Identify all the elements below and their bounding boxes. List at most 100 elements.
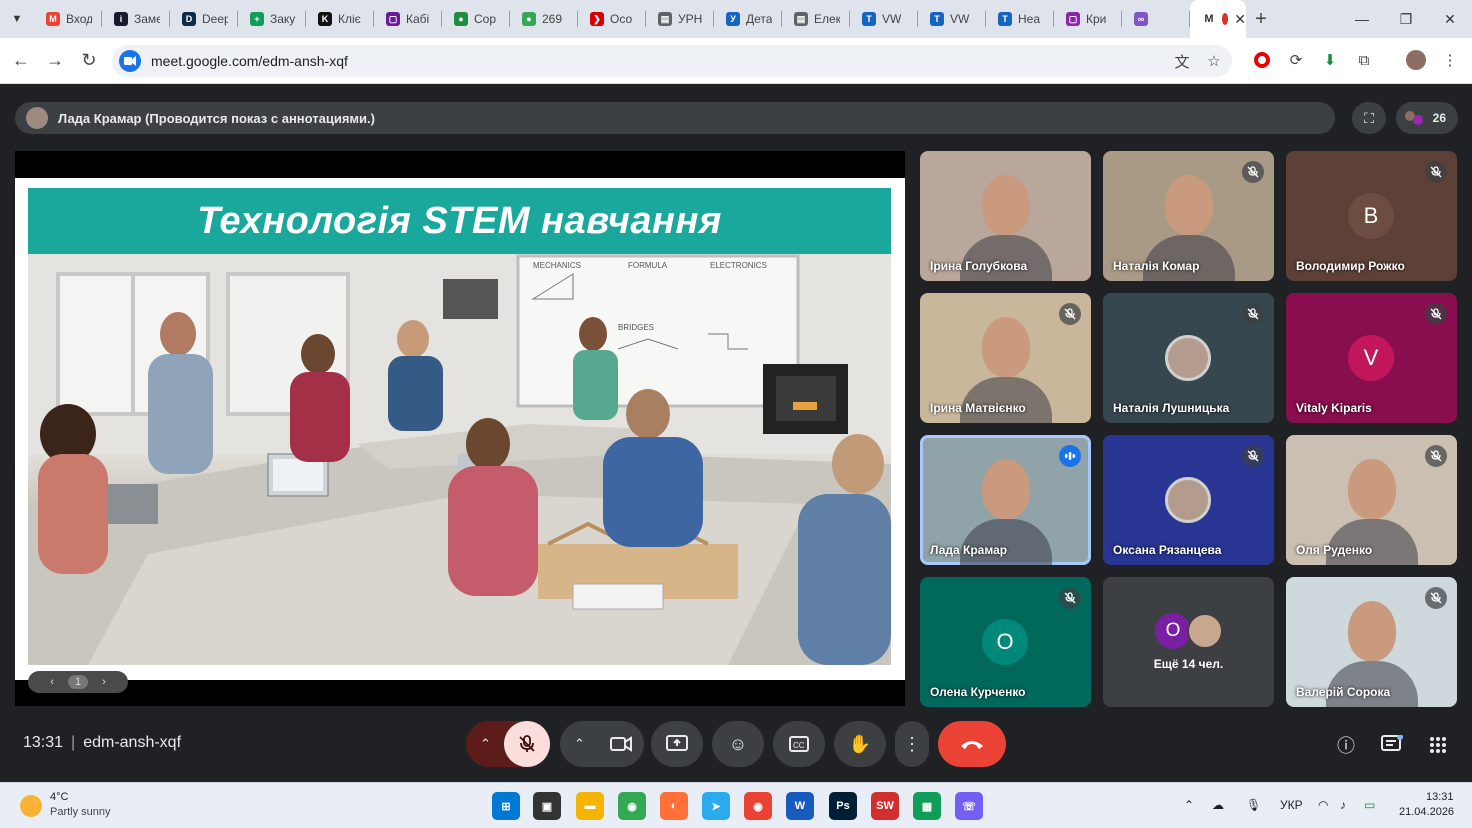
volume-icon[interactable]: ♪ [1340, 798, 1346, 812]
bookmark-star-icon[interactable]: ☆ [1202, 49, 1226, 73]
participant-tile[interactable]: Ірина Матвієнко [920, 293, 1091, 423]
translate-icon[interactable]: 文 [1170, 49, 1194, 73]
participant-name: Лада Крамар [930, 543, 1008, 557]
browser-tab[interactable]: T VW [850, 0, 918, 38]
tab-title: 269 [542, 12, 563, 26]
chrome-profile-icon[interactable]: ◉ [744, 792, 772, 820]
activities-button[interactable] [1425, 732, 1451, 758]
participant-tile[interactable]: V Vitaly Kiparis [1286, 293, 1457, 423]
browser-tab[interactable]: K Кліє [306, 0, 374, 38]
mic-off-button[interactable] [504, 721, 550, 767]
back-arrow-icon[interactable]: ← [4, 50, 38, 71]
restore-icon[interactable]: ❐ [1384, 0, 1428, 38]
chrome-icon[interactable]: ◉ [618, 792, 646, 820]
profile-avatar[interactable] [1404, 48, 1428, 72]
participant-tile[interactable]: B Володимир Рожко [1286, 151, 1457, 281]
leave-call-button[interactable] [938, 721, 1006, 767]
participant-tile[interactable]: Ірина Голубкова [920, 151, 1091, 281]
video-options-chevron-icon[interactable]: ⌃ [574, 736, 585, 752]
browser-tab[interactable]: T Неа [986, 0, 1054, 38]
sheets-app-icon[interactable]: ▦ [913, 792, 941, 820]
browser-tab[interactable]: ∞ [1122, 0, 1190, 38]
browser-tab[interactable]: ▤ УРН [646, 0, 714, 38]
present-screen-button[interactable] [651, 721, 703, 767]
browser-tab[interactable]: M Вход [34, 0, 102, 38]
weather-description[interactable]: Partly sunny [50, 806, 111, 818]
weather-temperature[interactable]: 4°C [50, 791, 68, 803]
browser-tab[interactable]: У Дета [714, 0, 782, 38]
participant-tile[interactable]: Оксана Рязанцева [1103, 435, 1274, 565]
minimize-icon[interactable]: — [1340, 0, 1384, 38]
system-clock-date[interactable]: 21.04.2026 [1399, 806, 1454, 818]
raise-hand-button[interactable]: ✋ [834, 721, 886, 767]
browser-tab[interactable]: + Закупки [238, 0, 306, 38]
captions-button[interactable]: CC [773, 721, 825, 767]
browser-tab[interactable]: ▢ Кри [1054, 0, 1122, 38]
new-tab-button[interactable]: + [1246, 8, 1276, 31]
reload-icon[interactable]: ↻ [72, 50, 106, 71]
participant-tile[interactable]: Оля Руденко [1286, 435, 1457, 565]
address-bar[interactable]: meet.google.com/edm-ansh-xqf 文 ☆ [112, 45, 1232, 77]
show-hidden-icons-chevron-icon[interactable]: ⌃ [1184, 798, 1194, 812]
participant-tile[interactable]: Лада Крамар [920, 435, 1091, 565]
participant-tile[interactable]: Наталія Комар [1103, 151, 1274, 281]
browser-tab[interactable]: ▢ Кабі [374, 0, 442, 38]
sync-extension-icon[interactable]: ⟳ [1284, 48, 1308, 72]
onedrive-cloud-icon[interactable]: ☁ [1212, 798, 1224, 812]
extensions-puzzle-icon[interactable]: ⧉ [1352, 48, 1376, 72]
close-window-icon[interactable]: ✕ [1428, 0, 1472, 38]
sw-icon[interactable]: SW [871, 792, 899, 820]
download-extension-icon[interactable]: ⬇ [1318, 48, 1342, 72]
file-explorer-icon[interactable]: ▬ [576, 792, 604, 820]
start-button[interactable]: ⊞ [492, 792, 520, 820]
browser-menu-icon[interactable]: ⋮ [1438, 48, 1462, 72]
browser-tab[interactable]: ● Сор [442, 0, 510, 38]
photoshop-icon[interactable]: Ps [829, 792, 857, 820]
participant-tile[interactable]: O Олена Курченко [920, 577, 1091, 707]
firefox-icon[interactable]: ◐ [660, 792, 688, 820]
system-clock-time[interactable]: 13:31 [1426, 791, 1454, 803]
opera-extension-icon[interactable] [1250, 48, 1274, 72]
browser-tab[interactable]: D DeepL [170, 0, 238, 38]
participant-video-face [1165, 175, 1213, 235]
slide-title-band: Технологія STEM навчання [28, 188, 891, 254]
microphone-tray-icon[interactable]: 🎙 [1246, 798, 1261, 812]
emoji-reactions-button[interactable]: ☺ [712, 721, 764, 767]
participant-tile[interactable]: Валерій Сорока [1286, 577, 1457, 707]
task-view-icon[interactable]: ▣ [533, 792, 561, 820]
hand-icon: ✋ [848, 733, 872, 754]
meeting-details-info-icon[interactable]: ⓘ [1333, 732, 1359, 758]
t-icon: T [930, 12, 944, 26]
word-icon[interactable]: W [786, 792, 814, 820]
slide-page-control[interactable]: ‹ 1 › [28, 671, 128, 693]
slide-prev-icon[interactable]: ‹ [50, 676, 54, 688]
active-tab[interactable]: M ✕ [1190, 0, 1246, 38]
tab-search-chevron-icon[interactable]: ▼ [0, 0, 34, 38]
participants-button[interactable]: 26 [1396, 102, 1458, 134]
participant-tile[interactable]: Наталія Лушницька [1103, 293, 1274, 423]
input-language[interactable]: УКР [1280, 798, 1303, 812]
chat-button[interactable] [1379, 732, 1405, 758]
site-info-icon[interactable] [119, 50, 141, 72]
presenter-banner[interactable]: Лада Крамар (Проводится показ с аннотаци… [15, 102, 1335, 134]
browser-tab[interactable]: i Замет [102, 0, 170, 38]
battery-icon[interactable]: ▭ [1364, 798, 1375, 812]
browser-tab[interactable]: ▤ Елек [782, 0, 850, 38]
telegram-icon[interactable]: ➤ [702, 792, 730, 820]
wifi-icon[interactable]: ◠ [1318, 798, 1328, 812]
slide-next-icon[interactable]: › [102, 676, 106, 688]
viber-icon[interactable]: ☏ [955, 792, 983, 820]
close-tab-icon[interactable]: ✕ [1234, 11, 1246, 28]
browser-tab[interactable]: ● 269 [510, 0, 578, 38]
forward-arrow-icon[interactable]: → [38, 50, 72, 71]
audio-options-chevron-icon[interactable]: ⌃ [480, 736, 491, 752]
camera-button[interactable] [598, 721, 644, 767]
hide-captions-icon[interactable]: ⛶ [1352, 102, 1386, 134]
participant-tile[interactable]: O Ещё 14 чел. [1103, 577, 1274, 707]
tab-title: Елек [814, 12, 840, 26]
more-options-button[interactable]: ⋮ [895, 721, 929, 767]
weather-sun-icon[interactable] [20, 795, 42, 817]
browser-tab[interactable]: T VW [918, 0, 986, 38]
presentation-stage[interactable]: Технологія STEM навчання MECHANICS FORMU… [15, 151, 905, 706]
browser-tab[interactable]: ❯ Осо [578, 0, 646, 38]
